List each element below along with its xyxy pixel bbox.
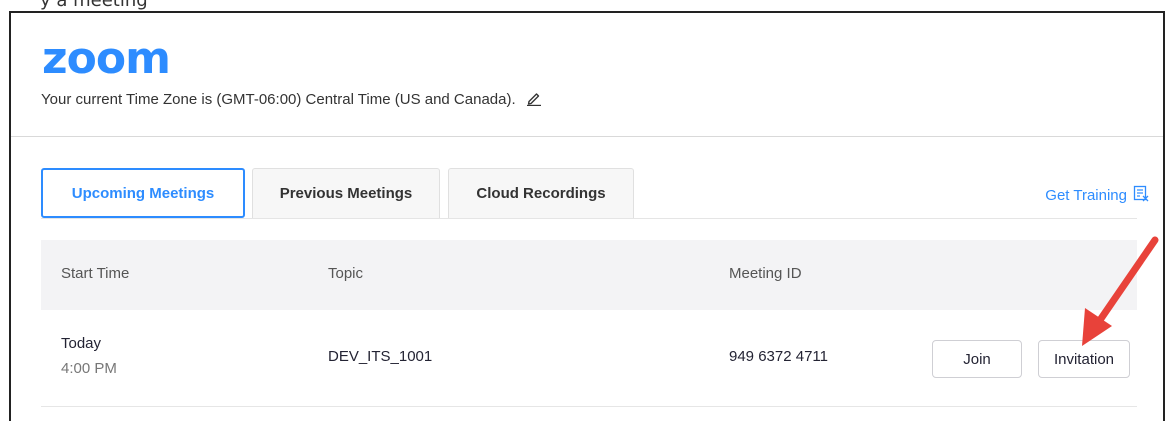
annotation-arrow-icon bbox=[1082, 236, 1159, 346]
